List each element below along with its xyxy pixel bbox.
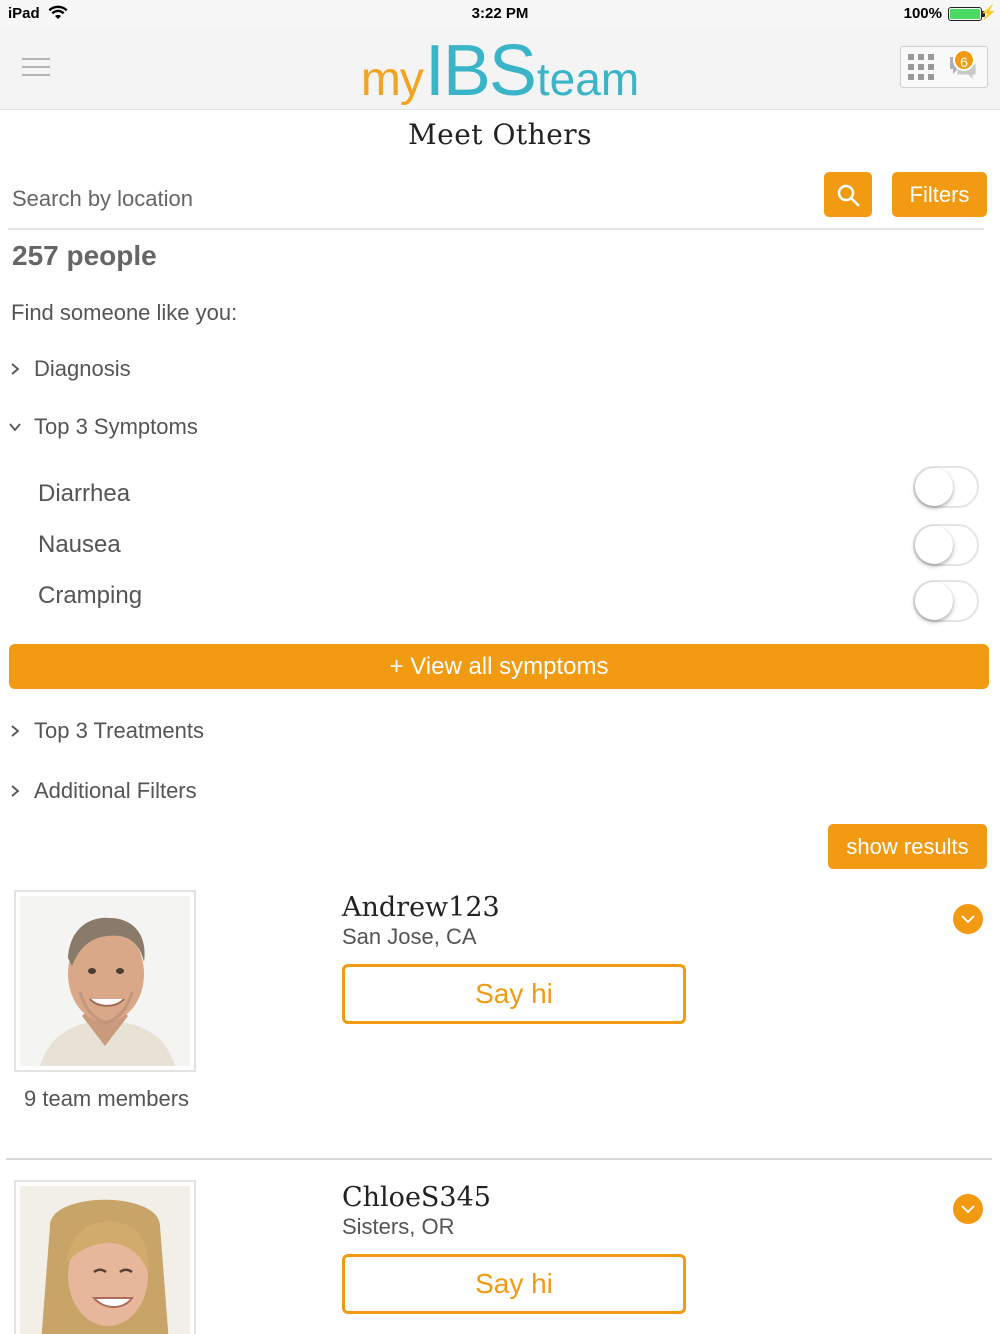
show-results-button[interactable]: show results <box>828 824 987 869</box>
symptom-label-cramping: Cramping <box>38 582 143 609</box>
charging-icon: ⚡ <box>979 4 997 20</box>
people-count: 257 people <box>12 240 157 271</box>
section-label: Diagnosis <box>34 356 131 381</box>
say-hi-button[interactable]: Say hi <box>342 1254 686 1314</box>
logo-brand: IBS <box>424 31 537 111</box>
member-card: 9 team members Andrew123 San Jose, CA Sa… <box>8 890 992 1130</box>
chevron-down-icon <box>9 423 21 432</box>
find-someone-label: Find someone like you: <box>11 300 238 325</box>
logo-my: my <box>360 53 424 106</box>
header-icon-group: 6 <box>900 46 988 88</box>
search-bar: Filters <box>8 170 987 230</box>
team-count: 9 team members <box>24 1086 190 1111</box>
avatar[interactable] <box>14 890 196 1072</box>
app-header: myIBSteam 6 <box>0 28 1000 112</box>
expand-member-button[interactable] <box>953 1194 983 1224</box>
symptom-label-nausea: Nausea <box>38 531 121 558</box>
clock: 3:22 PM <box>471 5 529 22</box>
view-all-symptoms-button[interactable]: + View all symptoms <box>9 644 989 689</box>
section-label: Top 3 Treatments <box>34 718 204 743</box>
member-location: Sisters, OR <box>342 1214 455 1239</box>
member-location: San Jose, CA <box>342 924 477 949</box>
search-icon <box>837 184 860 206</box>
battery-percent: 100% <box>903 5 942 22</box>
apps-grid-icon[interactable] <box>908 54 936 82</box>
card-divider <box>6 1158 992 1160</box>
avatar[interactable] <box>14 1180 196 1334</box>
member-name[interactable]: ChloeS345 <box>342 1182 491 1213</box>
chevron-down-icon <box>961 1205 975 1214</box>
messages-icon[interactable]: 6 <box>949 49 977 82</box>
toggle-diarrhea[interactable] <box>913 466 979 508</box>
page-title: Meet Others <box>407 118 593 151</box>
status-bar: iPad 3:22 PM 100% ⚡ <box>0 0 1000 28</box>
chevron-right-icon <box>11 363 20 375</box>
logo-team: team <box>536 53 640 105</box>
member-card: ChloeS345 Sisters, OR Say hi <box>8 1180 992 1334</box>
toggle-nausea[interactable] <box>913 524 979 566</box>
chevron-right-icon <box>11 725 20 737</box>
section-label: Top 3 Symptoms <box>34 414 198 439</box>
filters-button[interactable]: Filters <box>892 172 987 217</box>
chevron-down-icon <box>961 915 975 924</box>
say-hi-button[interactable]: Say hi <box>342 964 686 1024</box>
toggle-cramping[interactable] <box>913 580 979 622</box>
profile-photo <box>20 1186 190 1334</box>
chevron-right-icon <box>11 785 20 797</box>
symptom-label-diarrhea: Diarrhea <box>38 480 131 507</box>
expand-member-button[interactable] <box>953 904 983 934</box>
location-search-input[interactable] <box>12 182 802 216</box>
app-logo: myIBSteam <box>0 30 1000 112</box>
profile-photo <box>20 896 190 1066</box>
battery-icon <box>948 7 982 21</box>
section-label: Additional Filters <box>34 778 197 803</box>
member-name[interactable]: Andrew123 <box>342 892 500 923</box>
search-button[interactable] <box>824 172 872 217</box>
notification-badge: 6 <box>953 49 975 71</box>
